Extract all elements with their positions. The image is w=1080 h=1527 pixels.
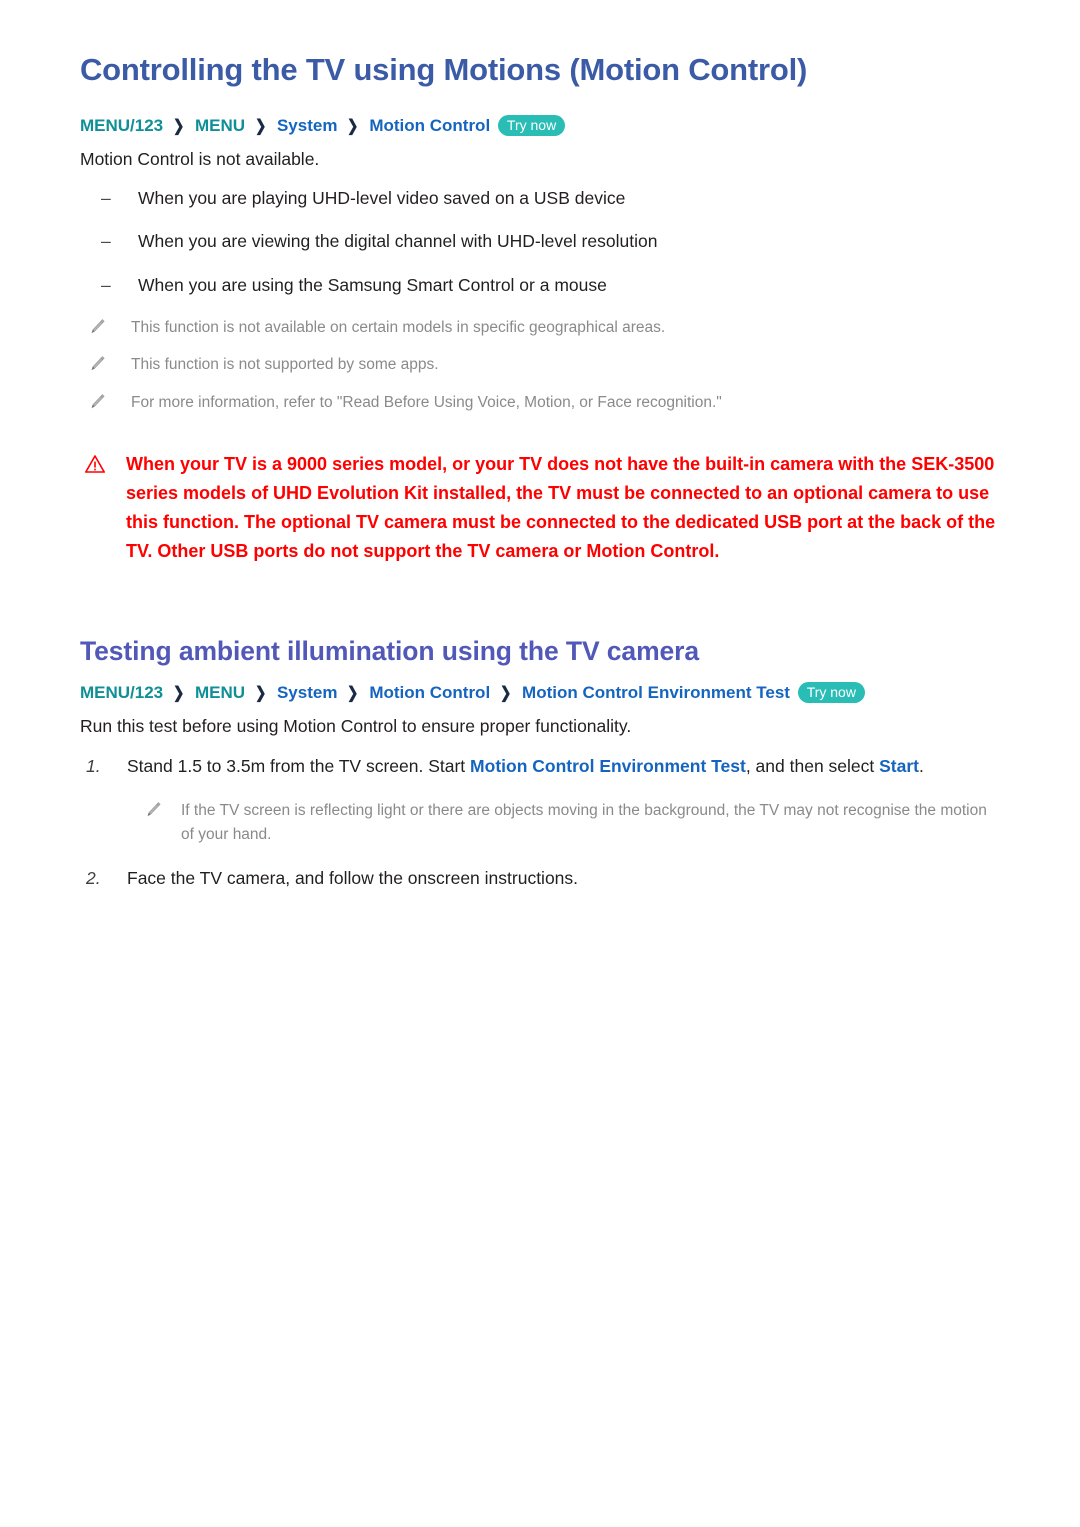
try-now-badge[interactable]: Try now (497, 114, 566, 136)
note-text: This function is not supported by some a… (131, 356, 439, 374)
breadcrumb-item-motion-control-environment-test[interactable]: Motion Control Environment Test (522, 683, 790, 702)
pencil-icon (89, 393, 105, 411)
warning-text: When your TV is a 9000 series model, or … (126, 453, 996, 562)
chevron-right-icon: ❯ (347, 117, 359, 135)
pencil-icon (89, 355, 105, 373)
unavailable-conditions-list: – When you are playing UHD-level video s… (80, 186, 1000, 298)
breadcrumb-item-menu[interactable]: MENU (195, 116, 245, 135)
link-start[interactable]: Start (879, 756, 919, 776)
list-item: – When you are playing UHD-level video s… (80, 186, 1000, 211)
step-number: 2. (86, 868, 101, 889)
document-page: Controlling the TV using Motions (Motion… (0, 0, 1080, 892)
chevron-right-icon: ❯ (499, 685, 512, 703)
note-text: This function is not available on certai… (131, 319, 666, 337)
dash-marker: – (101, 187, 111, 208)
warning-callout: When your TV is a 9000 series model, or … (80, 450, 1000, 567)
list-item-label: When you are viewing the digital channel… (138, 231, 658, 252)
note-item: This function is not supported by some a… (80, 353, 1000, 376)
pencil-icon (145, 801, 161, 819)
note-item: This function is not available on certai… (80, 316, 1000, 339)
chevron-right-icon: ❯ (347, 685, 359, 703)
chevron-right-icon: ❯ (254, 685, 267, 703)
test-steps-list: 1. Stand 1.5 to 3.5m from the TV screen.… (80, 754, 1000, 893)
list-item: 2. Face the TV camera, and follow the on… (80, 866, 1000, 892)
breadcrumb-item-motion-control[interactable]: Motion Control (369, 116, 490, 135)
pencil-icon (89, 318, 105, 336)
note-text: For more information, refer to "Read Bef… (131, 393, 722, 411)
breadcrumb: MENU/123 ❯ MENU ❯ System ❯ Motion Contro… (80, 113, 1000, 139)
page-subtitle: Testing ambient illumination using the T… (80, 636, 700, 667)
breadcrumb-item-system[interactable]: System (277, 116, 337, 135)
breadcrumb: MENU/123 ❯ MENU ❯ System ❯ Motion Contro… (80, 680, 1000, 706)
step-number: 1. (86, 755, 101, 776)
list-item: – When you are viewing the digital chann… (80, 229, 1000, 254)
intro-text: Motion Control is not available. (80, 148, 320, 169)
intro-text: Run this test before using Motion Contro… (80, 716, 632, 737)
page-title: Controlling the TV using Motions (Motion… (80, 52, 808, 87)
dash-marker: – (101, 231, 111, 252)
breadcrumb-item-menu123[interactable]: MENU/123 (80, 116, 163, 135)
try-now-badge[interactable]: Try now (797, 682, 865, 704)
section-motion-control: Controlling the TV using Motions (Motion… (80, 52, 1000, 566)
breadcrumb-item-menu123[interactable]: MENU/123 (80, 683, 163, 702)
section-ambient-illumination-test: Testing ambient illumination using the T… (80, 636, 1000, 892)
step-text-before: Stand 1.5 to 3.5m from the TV screen. St… (127, 755, 471, 776)
note-item: For more information, refer to "Read Bef… (80, 391, 1000, 414)
note-item: If the TV screen is reflecting light or … (127, 799, 1000, 846)
list-item-label: When you are playing UHD-level video sav… (138, 187, 626, 208)
breadcrumb-item-menu[interactable]: MENU (195, 683, 245, 702)
chevron-right-icon: ❯ (172, 685, 185, 703)
list-item: – When you are using the Samsung Smart C… (80, 273, 1000, 298)
chevron-right-icon: ❯ (172, 117, 185, 135)
warning-triangle-icon (84, 454, 106, 474)
breadcrumb-item-system[interactable]: System (277, 683, 337, 702)
step-text-after: . (919, 755, 924, 776)
note-text: If the TV screen is reflecting light or … (181, 802, 987, 843)
dash-marker: – (101, 274, 111, 295)
step-text-before: Face the TV camera, and follow the onscr… (127, 868, 579, 889)
list-item: 1. Stand 1.5 to 3.5m from the TV screen.… (80, 754, 1000, 847)
list-item-label: When you are using the Samsung Smart Con… (138, 274, 607, 295)
breadcrumb-item-motion-control[interactable]: Motion Control (369, 683, 490, 702)
chevron-right-icon: ❯ (254, 117, 267, 135)
step-text-middle: , and then select (745, 755, 880, 776)
link-motion-control-environment-test[interactable]: Motion Control Environment Test (470, 756, 746, 776)
